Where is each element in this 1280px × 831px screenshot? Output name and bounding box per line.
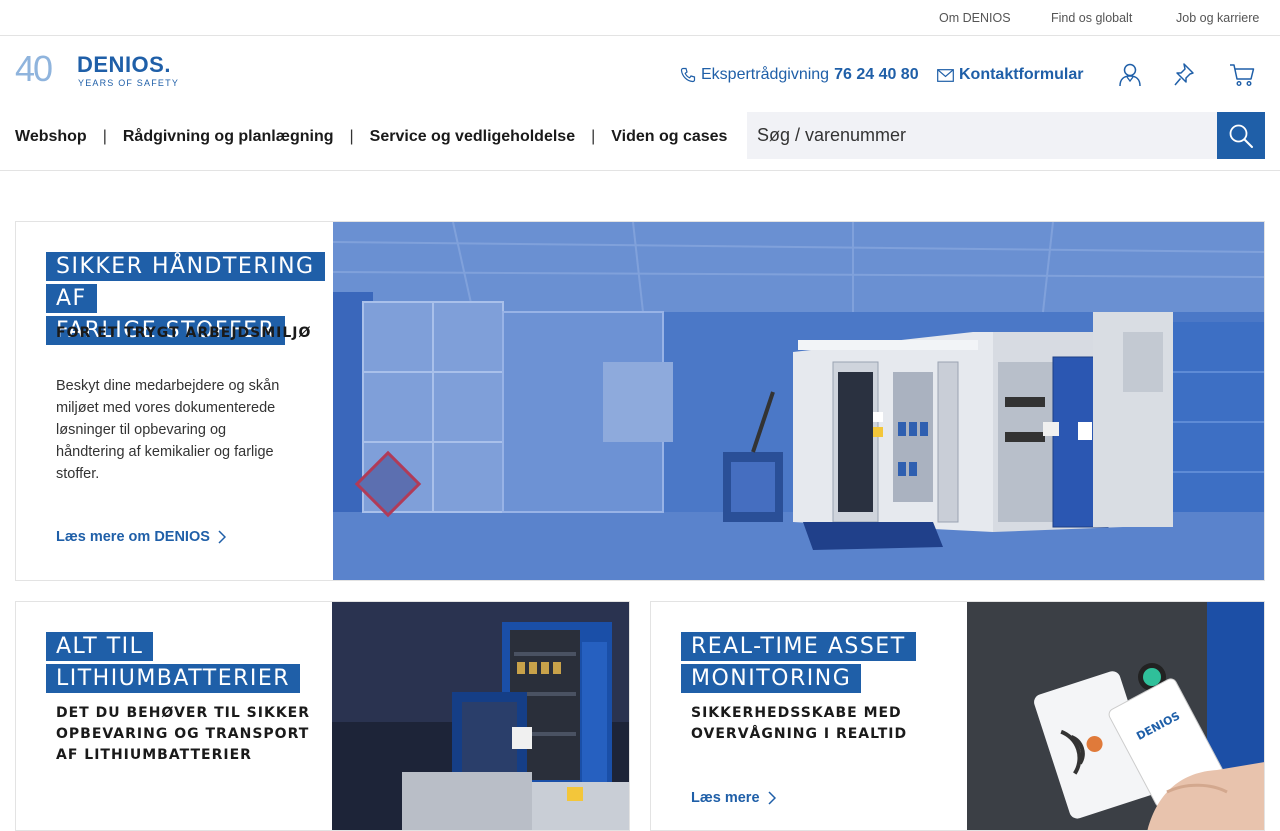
hero-card: SIKKER HÅNDTERING AF FARLIGE STOFFER FOR… [15,221,1265,581]
contact-form-label: Kontaktformular [959,66,1084,83]
expert-phone-link[interactable]: Ekspertrådgivning 76 24 40 80 [680,64,919,86]
notepad-button[interactable] [1171,60,1199,88]
lithium-subtitle: DET DU BEHØVER TIL SIKKER OPBEVARING OG … [56,705,311,763]
phone-icon [680,67,696,83]
pin-icon [1174,63,1194,86]
chevron-right-icon [218,530,226,544]
nav-separator: | [349,128,354,145]
contact-form-link[interactable]: Kontaktformular [937,64,1083,86]
link-find-globalt[interactable]: Find os globalt [1051,11,1132,25]
monitoring-subtitle: SIKKERHEDSSKABE MED OVERVÅGNING I REALTI… [691,705,908,742]
monitoring-card: REAL-TIME ASSET MONITORING SIKKERHEDSSKA… [650,601,1265,831]
hero-read-more-link[interactable]: Læs mere om DENIOS [56,529,226,545]
monitoring-read-more-link[interactable]: Læs mere [691,790,776,806]
hero-image [333,222,1264,580]
mail-icon [937,68,954,82]
nav-separator: | [591,128,596,145]
expert-phone: 76 24 40 80 [834,66,919,83]
link-job-karriere[interactable]: Job og karriere [1176,11,1259,25]
search-button[interactable] [1217,112,1265,159]
search-icon [1229,124,1253,148]
logo-brand: DENIOS. [77,52,171,77]
main-nav: Webshop | Rådgivning og planlægning | Se… [15,127,727,147]
logo-anniversary-number: 40 [15,48,53,89]
link-om-denios[interactable]: Om DENIOS [939,11,1011,25]
search-input[interactable] [747,112,1217,159]
user-icon [1119,63,1141,87]
monitoring-image: DENIOS [967,602,1264,830]
nav-raadgivning[interactable]: Rådgivning og planlægning [123,128,334,146]
lithium-image [332,602,629,830]
hero-body-text: Beskyt dine medarbejdere og skån miljøet… [56,378,280,482]
denios-logo[interactable]: 40 DENIOS. YEARS OF SAFETY [15,48,178,90]
header-divider [0,170,1280,171]
expert-label: Ekspertrådgivning [701,66,830,83]
nav-webshop[interactable]: Webshop [15,128,87,146]
hero-subtitle: FOR ET TRYGT ARBEJDSMILJØ [56,325,312,341]
logo-tagline: YEARS OF SAFETY [78,78,180,88]
chevron-right-icon [767,791,776,805]
account-button[interactable] [1116,60,1144,88]
cart-button[interactable] [1228,60,1256,88]
nav-viden[interactable]: Viden og cases [611,128,727,146]
nav-service[interactable]: Service og vedligeholdelse [370,128,575,146]
monitoring-title: REAL-TIME ASSET MONITORING [681,632,921,696]
lithium-title: ALT TIL LITHIUMBATTERIER [46,632,301,696]
utility-bar: Om DENIOS Find os globalt Job og karrier… [0,0,1280,36]
nav-separator: | [102,128,107,145]
cart-icon [1230,64,1255,87]
lithium-card: ALT TIL LITHIUMBATTERIER DET DU BEHØVER … [15,601,630,831]
